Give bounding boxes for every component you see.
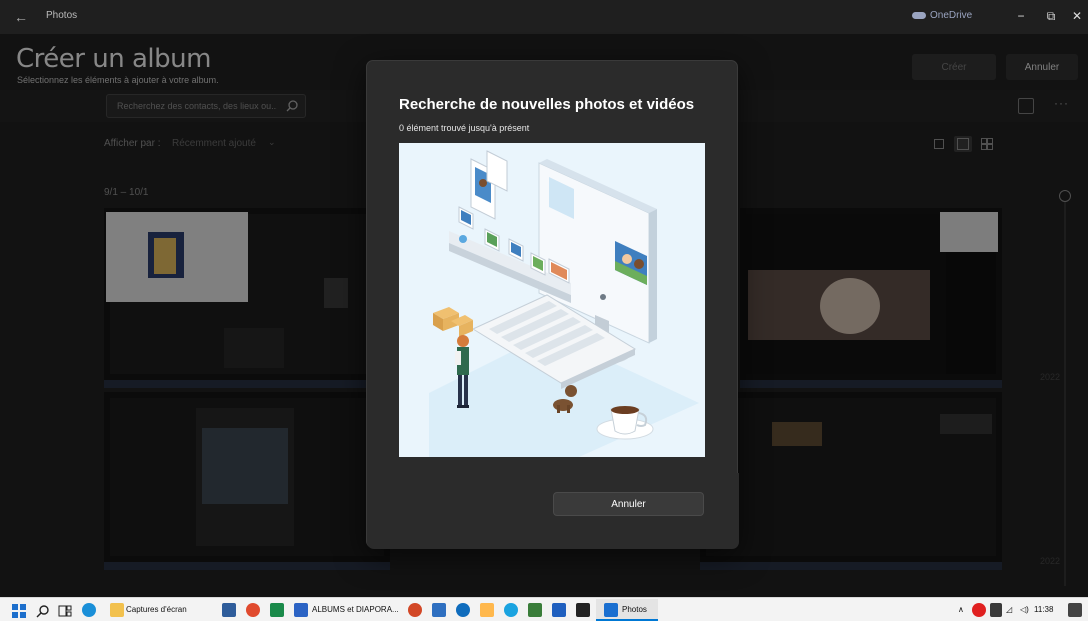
app-icon[interactable] xyxy=(576,603,590,617)
task-view-icon[interactable] xyxy=(58,603,72,619)
taskbar-item-photos[interactable]: Photos xyxy=(622,605,647,621)
folder-icon[interactable] xyxy=(110,603,124,617)
wifi-icon[interactable]: ◿ xyxy=(1006,605,1012,621)
clock[interactable]: 11:38 xyxy=(1034,605,1053,614)
security-icon[interactable] xyxy=(972,603,986,617)
edge-icon[interactable] xyxy=(82,603,96,617)
app-icon[interactable] xyxy=(432,603,446,617)
windows-start-icon[interactable] xyxy=(12,603,26,619)
searching-illustration xyxy=(399,143,705,457)
back-arrow-icon[interactable]: ← xyxy=(8,6,34,28)
word-icon[interactable] xyxy=(294,603,308,617)
chrome-icon[interactable] xyxy=(246,603,260,617)
onedrive-cloud-icon xyxy=(912,11,926,19)
close-button[interactable]: ✕ xyxy=(1062,4,1088,28)
title-bar: ← Photos OneDrive − ⧉ ✕ xyxy=(0,0,1088,34)
photos-icon[interactable] xyxy=(604,603,618,617)
app-title: Photos xyxy=(46,10,78,21)
photos-app-window: ← Photos OneDrive − ⧉ ✕ Créer un album S… xyxy=(0,0,1088,597)
chevron-up-icon[interactable]: ∧ xyxy=(958,605,964,621)
app-icon[interactable] xyxy=(480,603,494,617)
battery-icon[interactable] xyxy=(990,603,1002,617)
dialog-title: Recherche de nouvelles photos et vidéos xyxy=(399,96,695,113)
notification-icon[interactable] xyxy=(1068,603,1082,617)
search-dialog: Recherche de nouvelles photos et vidéos … xyxy=(366,60,739,549)
taskbar-item-file-explorer[interactable]: Captures d'écran xyxy=(126,605,187,621)
app-icon[interactable] xyxy=(528,603,542,617)
dialog-cancel-button[interactable]: Annuler xyxy=(553,492,704,516)
taskbar-search-icon[interactable] xyxy=(36,603,50,619)
minimize-button[interactable]: − xyxy=(1006,4,1036,28)
app-icon[interactable] xyxy=(552,603,566,617)
onedrive-status[interactable]: OneDrive xyxy=(912,10,972,21)
app-icon[interactable] xyxy=(456,603,470,617)
excel-icon[interactable] xyxy=(270,603,284,617)
taskbar: Captures d'écran ALBUMS et DIAPORA... Ph… xyxy=(0,597,1088,621)
volume-icon[interactable]: ◁) xyxy=(1020,605,1029,621)
taskbar-item-powerpoint[interactable]: ALBUMS et DIAPORA... xyxy=(312,605,399,621)
dialog-footer: Annuler xyxy=(367,473,739,549)
dialog-status: 0 élément trouvé jusqu'à présent xyxy=(399,123,530,133)
powerpoint-icon[interactable] xyxy=(408,603,422,617)
onedrive-label: OneDrive xyxy=(930,10,973,21)
app-icon[interactable] xyxy=(222,603,236,617)
skype-icon[interactable] xyxy=(504,603,518,617)
